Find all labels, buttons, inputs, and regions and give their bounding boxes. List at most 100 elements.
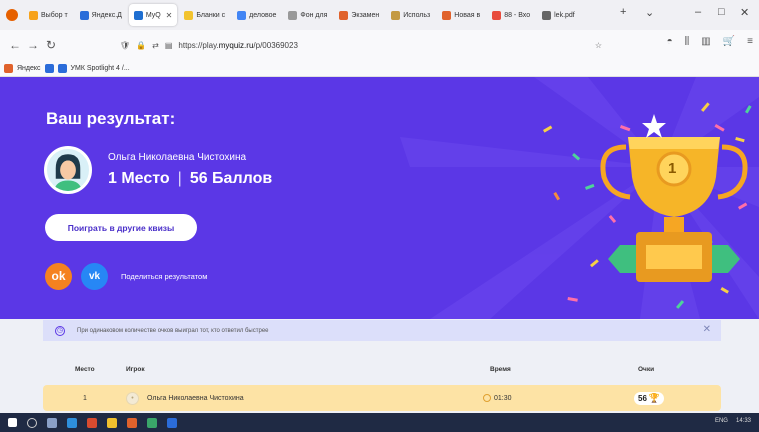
bookmark-icon[interactable] bbox=[57, 63, 67, 73]
restore-icon[interactable]: □ bbox=[718, 6, 725, 18]
row-place: 1 bbox=[83, 394, 87, 402]
back-icon[interactable]: ← bbox=[6, 38, 24, 52]
row-score: 56 🏆 bbox=[634, 391, 665, 405]
firefox-icon[interactable] bbox=[6, 9, 18, 21]
tab-label: Новая в bbox=[454, 11, 481, 19]
browser-tab[interactable]: Использ bbox=[386, 4, 435, 26]
trophy-place-number: 1 bbox=[668, 160, 677, 177]
browser-tab[interactable]: lek.pdf bbox=[537, 4, 580, 26]
browser-tab[interactable]: MyQ ✕ bbox=[128, 4, 178, 26]
player-name: Ольга Николаевна Чистохина bbox=[108, 152, 247, 163]
tab-favicon-icon bbox=[79, 10, 89, 20]
tie-break-info: ◷ При одинаковом количестве очков выигра… bbox=[43, 320, 721, 341]
browser-tab[interactable]: Выбор т bbox=[24, 4, 73, 26]
tab-label: Яндекс.Д bbox=[91, 11, 122, 19]
clock-icon bbox=[483, 394, 491, 402]
col-place: Место bbox=[75, 365, 95, 373]
tab-favicon-icon bbox=[442, 10, 452, 20]
forward-icon[interactable]: → bbox=[24, 38, 42, 52]
permissions-icon: ⇄ bbox=[152, 40, 159, 50]
result-title: Ваш результат: bbox=[46, 109, 176, 128]
address-bar[interactable]: 🛡 🔒 ⇄ ▤ https://play.myquiz.ru/p/0036902… bbox=[120, 34, 610, 56]
os-taskbar: ENG 14:33 bbox=[0, 413, 759, 432]
table-row[interactable]: 1 • Ольга Николаевна Чистохина 01:30 56 … bbox=[43, 385, 721, 411]
vk-share-icon[interactable]: vk bbox=[81, 263, 108, 290]
sidebar-icon[interactable]: ▥ bbox=[701, 36, 710, 47]
lock-icon: 🔒 bbox=[136, 40, 147, 50]
cart-icon[interactable]: 🛒 bbox=[723, 36, 735, 47]
bookmark-label[interactable]: УМК Spotlight 4 /... bbox=[71, 65, 130, 72]
explorer-icon[interactable] bbox=[107, 417, 117, 428]
bookmark-icon[interactable] bbox=[44, 63, 54, 73]
bookmark-icon[interactable] bbox=[4, 63, 13, 73]
row-player: • Ольга Николаевна Чистохина bbox=[126, 391, 244, 405]
tab-label: lek.pdf bbox=[554, 11, 575, 19]
play-other-quizzes-button[interactable]: Поиграть в другие квизы bbox=[45, 214, 197, 241]
tab-favicon-icon bbox=[288, 10, 298, 20]
browser-tab[interactable]: Фон для bbox=[283, 4, 332, 26]
tab-favicon-icon bbox=[339, 10, 349, 20]
bookmark-star-icon[interactable]: ☆ bbox=[595, 41, 602, 50]
result-hero: 1 Ваш результат: Ольга Николаевна Чистох… bbox=[0, 77, 759, 319]
close-window-icon[interactable]: ✕ bbox=[740, 6, 749, 19]
player-avatar bbox=[44, 146, 92, 194]
info-text: При одинаковом количестве очков выиграл … bbox=[77, 327, 269, 334]
tab-list-icon[interactable]: ⌄ bbox=[645, 6, 654, 19]
tab-label: Фон для bbox=[300, 11, 328, 19]
tab-label: Экзамен bbox=[351, 11, 380, 19]
browser-tab[interactable]: Яндекс.Д bbox=[75, 4, 127, 26]
browser-tab[interactable]: деловое bbox=[232, 4, 281, 26]
library-icon[interactable]: ⫼ bbox=[685, 36, 690, 47]
tab-favicon-icon bbox=[237, 10, 247, 20]
results-table-header: Место Игрок Время Очки bbox=[43, 359, 721, 379]
tray-clock[interactable]: 14:33 bbox=[736, 418, 751, 424]
score-text: 56 Баллов bbox=[189, 170, 273, 187]
menu-icon[interactable]: ≡ bbox=[747, 36, 753, 47]
bookmarks-bar: Яндекс УМК Spotlight 4 /... bbox=[0, 60, 759, 77]
minimize-icon[interactable]: – bbox=[695, 6, 701, 18]
bookmark-label[interactable]: Яндекс bbox=[17, 65, 41, 72]
windows-start-icon[interactable] bbox=[8, 418, 17, 427]
tab-favicon-icon bbox=[184, 10, 194, 20]
row-score-value: 56 bbox=[638, 393, 647, 403]
url-text: https://play.myquiz.ru/p/00369023 bbox=[178, 40, 298, 50]
reload-icon[interactable]: ↻ bbox=[42, 38, 60, 52]
shield-icon: 🛡 bbox=[120, 40, 131, 50]
col-score: Очки bbox=[638, 365, 655, 373]
taskbar-app-icon[interactable] bbox=[87, 417, 97, 428]
taskbar-app-icon[interactable] bbox=[167, 417, 177, 428]
taskbar-app-icon[interactable] bbox=[127, 417, 137, 428]
close-info-icon[interactable]: ✕ bbox=[703, 324, 711, 335]
results-panel: ◷ При одинаковом количестве очков выигра… bbox=[0, 319, 759, 413]
score-badge: 56 🏆 bbox=[634, 391, 665, 405]
taskbar-app-icon[interactable] bbox=[147, 417, 157, 428]
tab-favicon-icon bbox=[542, 10, 552, 20]
tab-label: 88 - Вхо bbox=[504, 11, 531, 19]
pocket-icon[interactable]: ◓ bbox=[667, 36, 673, 47]
row-time-value: 01:30 bbox=[494, 394, 512, 402]
share-label: Поделиться результатом bbox=[121, 272, 208, 281]
player-result: 1 Место | 56 Баллов bbox=[108, 170, 272, 188]
tab-label: MyQ bbox=[145, 11, 161, 19]
tab-label: Использ bbox=[403, 11, 431, 19]
browser-tab[interactable]: Бланки с bbox=[179, 4, 230, 26]
row-time: 01:30 bbox=[483, 394, 512, 402]
avatar-illustration bbox=[54, 154, 82, 191]
tab-favicon-icon bbox=[492, 10, 502, 20]
odnoklassniki-share-icon[interactable]: ok bbox=[45, 263, 72, 290]
tab-label: Бланки с bbox=[196, 11, 226, 19]
browser-tab[interactable]: Экзамен bbox=[334, 4, 384, 26]
new-tab-icon[interactable]: + bbox=[620, 6, 626, 18]
tray-lang[interactable]: ENG bbox=[715, 418, 728, 424]
browser-tab-bar: Выбор т Яндекс.Д MyQ ✕ Бланки с деловое Фон дл… bbox=[0, 0, 759, 30]
task-view-icon[interactable] bbox=[47, 417, 57, 428]
row-player-name: Ольга Николаевна Чистохина bbox=[147, 394, 244, 402]
trophy-icon bbox=[600, 137, 748, 282]
tab-close-icon[interactable]: ✕ bbox=[166, 11, 173, 20]
reader-icon: ▤ bbox=[164, 40, 173, 50]
tab-favicon-icon bbox=[391, 10, 401, 20]
search-icon[interactable] bbox=[27, 417, 37, 428]
browser-tab[interactable]: Новая в bbox=[437, 4, 485, 26]
edge-icon[interactable] bbox=[67, 417, 77, 428]
browser-tab[interactable]: 88 - Вхо bbox=[487, 4, 535, 26]
